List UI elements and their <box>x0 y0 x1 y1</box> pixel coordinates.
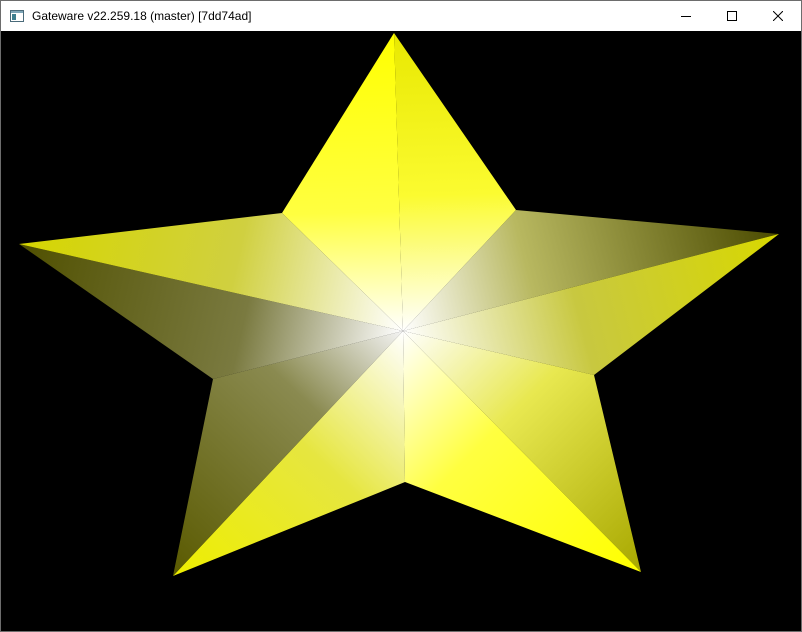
app-window: Gateware v22.259.18 (master) [7dd74ad] <box>0 0 802 632</box>
app-window-icon <box>9 8 25 24</box>
star-scene <box>1 31 801 631</box>
close-button[interactable] <box>755 1 801 31</box>
render-canvas[interactable] <box>1 31 801 631</box>
minimize-icon <box>681 16 691 17</box>
maximize-icon <box>727 11 737 21</box>
window-controls <box>663 1 801 31</box>
window-title: Gateware v22.259.18 (master) [7dd74ad] <box>32 9 252 23</box>
close-icon <box>773 11 783 21</box>
title-bar[interactable]: Gateware v22.259.18 (master) [7dd74ad] <box>1 1 801 31</box>
minimize-button[interactable] <box>663 1 709 31</box>
maximize-button[interactable] <box>709 1 755 31</box>
